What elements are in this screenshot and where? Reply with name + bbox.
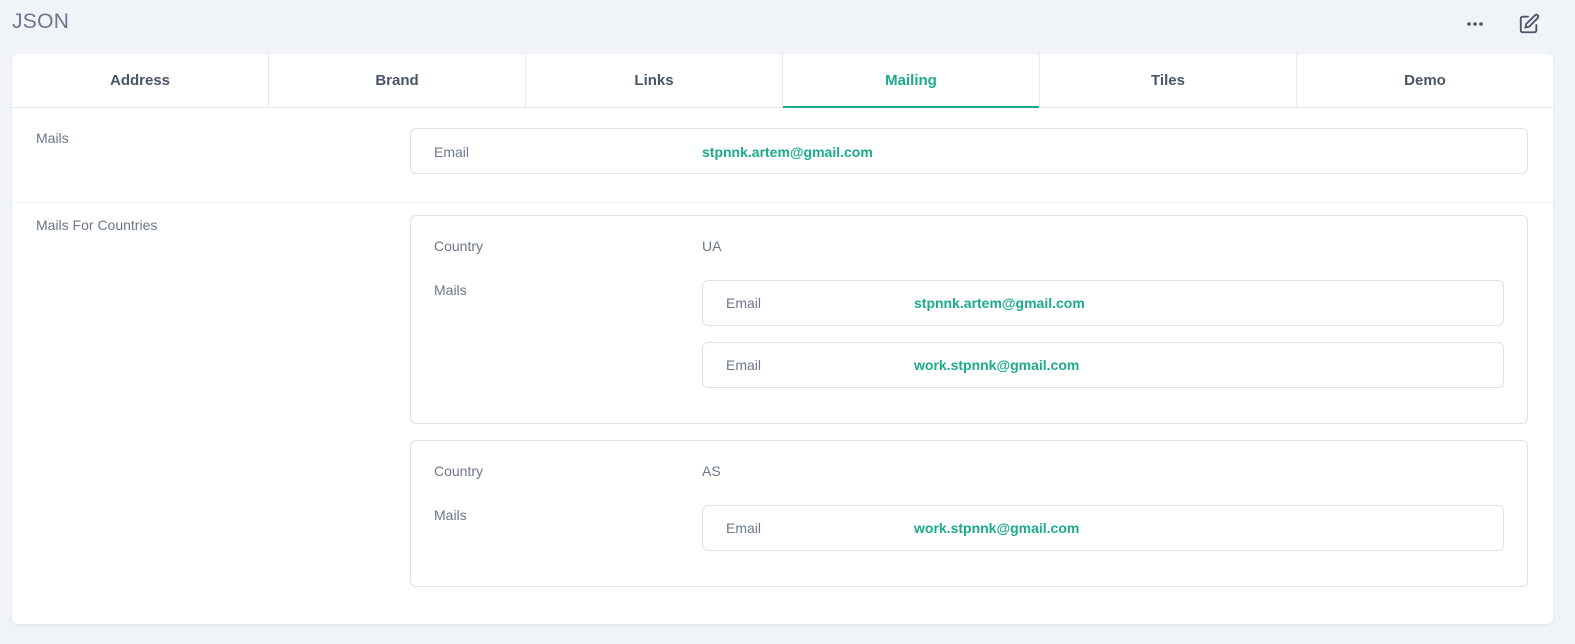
mails-key: Mails [434, 282, 467, 298]
tab-mailing[interactable]: Mailing [783, 54, 1040, 108]
top-bar: JSON [0, 0, 1575, 48]
edit-icon [1519, 13, 1540, 34]
tab-label: Brand [375, 72, 419, 89]
country-entry-box: Country UA Mails Email stpnnk.artem@gmai… [410, 215, 1528, 424]
email-key: Email [726, 357, 762, 373]
email-value: stpnnk.artem@gmail.com [914, 295, 1085, 311]
tab-label: Links [634, 72, 674, 89]
tab-tiles[interactable]: Tiles [1040, 54, 1297, 107]
country-entry-box: Country AS Mails Email work.stpnnk@gmail… [410, 440, 1528, 587]
tab-label: Tiles [1151, 72, 1185, 89]
email-key: Email [434, 144, 470, 160]
mails-key: Mails [434, 507, 467, 523]
more-icon [1467, 22, 1483, 26]
tab-label: Address [109, 72, 171, 89]
mails-email-box: Email stpnnk.artem@gmail.com [410, 128, 1528, 174]
email-box: Email work.stpnnk@gmail.com [702, 505, 1504, 551]
row-divider [12, 202, 1553, 203]
tab-links[interactable]: Links [526, 54, 783, 107]
mails-label: Mails [36, 130, 69, 146]
email-value: work.stpnnk@gmail.com [914, 520, 1080, 536]
email-box: Email work.stpnnk@gmail.com [702, 342, 1504, 388]
content-card: Address Brand Links Mailing Tiles Demo M… [12, 54, 1553, 624]
tab-label: Mailing [885, 72, 937, 89]
tab-label: Demo [1404, 72, 1446, 89]
tab-address[interactable]: Address [12, 54, 269, 107]
email-key: Email [726, 520, 762, 536]
email-key: Email [726, 295, 762, 311]
email-value: work.stpnnk@gmail.com [914, 357, 1080, 373]
tab-bar: Address Brand Links Mailing Tiles Demo [12, 54, 1553, 108]
country-value: AS [702, 463, 721, 479]
edit-button[interactable] [1515, 10, 1543, 38]
tab-demo[interactable]: Demo [1297, 54, 1553, 107]
page-title: JSON [12, 10, 70, 33]
tab-brand[interactable]: Brand [269, 54, 526, 107]
email-value: stpnnk.artem@gmail.com [702, 144, 873, 160]
email-box: Email stpnnk.artem@gmail.com [702, 280, 1504, 326]
more-options-button[interactable] [1461, 10, 1489, 38]
country-key: Country [434, 238, 484, 254]
mails-for-countries-label: Mails For Countries [36, 217, 158, 233]
country-key: Country [434, 463, 484, 479]
country-value: UA [702, 238, 722, 254]
